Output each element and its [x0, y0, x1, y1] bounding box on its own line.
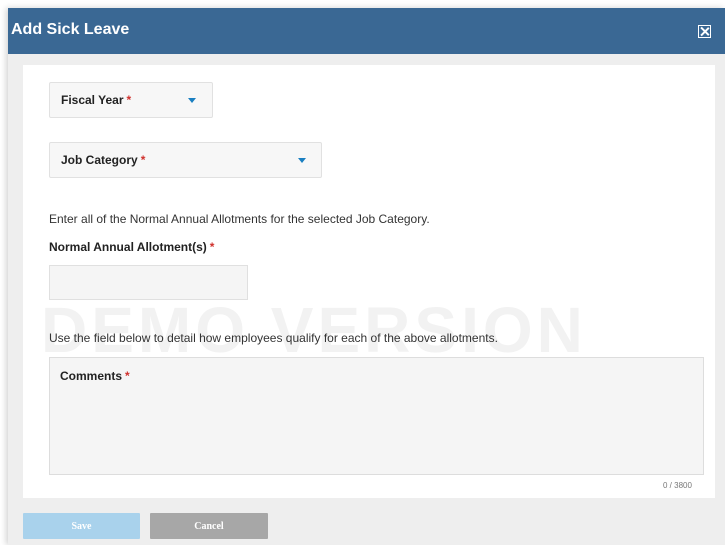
job-category-select[interactable]: Job Category *	[49, 142, 322, 178]
fiscal-year-label: Fiscal Year	[61, 93, 124, 107]
allotment-label: Normal Annual Allotment(s)	[49, 240, 207, 254]
required-mark: *	[209, 240, 215, 254]
required-mark: *	[126, 93, 132, 107]
fiscal-year-select[interactable]: Fiscal Year *	[49, 82, 213, 118]
comments-textarea[interactable]: Comments *	[49, 357, 704, 475]
dialog-title: Add Sick Leave	[11, 21, 130, 38]
allotment-input[interactable]	[49, 265, 248, 300]
chevron-down-icon	[188, 98, 196, 103]
chevron-down-icon	[298, 158, 306, 163]
demo-watermark: DEMO VERSION	[41, 294, 587, 366]
comments-instructions: Use the field below to detail how employ…	[49, 331, 498, 345]
required-mark: *	[125, 369, 130, 383]
cancel-button[interactable]: Cancel	[150, 513, 268, 539]
required-mark: *	[140, 153, 146, 167]
form-card: DEMO VERSION Fiscal Year * Job Category * …	[23, 65, 715, 498]
comments-label: Comments	[60, 369, 123, 383]
close-icon[interactable]	[698, 25, 711, 38]
job-category-label: Job Category	[61, 153, 138, 167]
allotment-instructions: Enter all of the Normal Annual Allotment…	[49, 212, 430, 226]
character-counter: 0 / 3800	[663, 481, 692, 490]
add-sick-leave-dialog: Add Sick Leave DEMO VERSION Fiscal Year *…	[8, 8, 725, 545]
save-button[interactable]: Save	[23, 513, 140, 539]
dialog-header: Add Sick Leave	[8, 8, 725, 54]
